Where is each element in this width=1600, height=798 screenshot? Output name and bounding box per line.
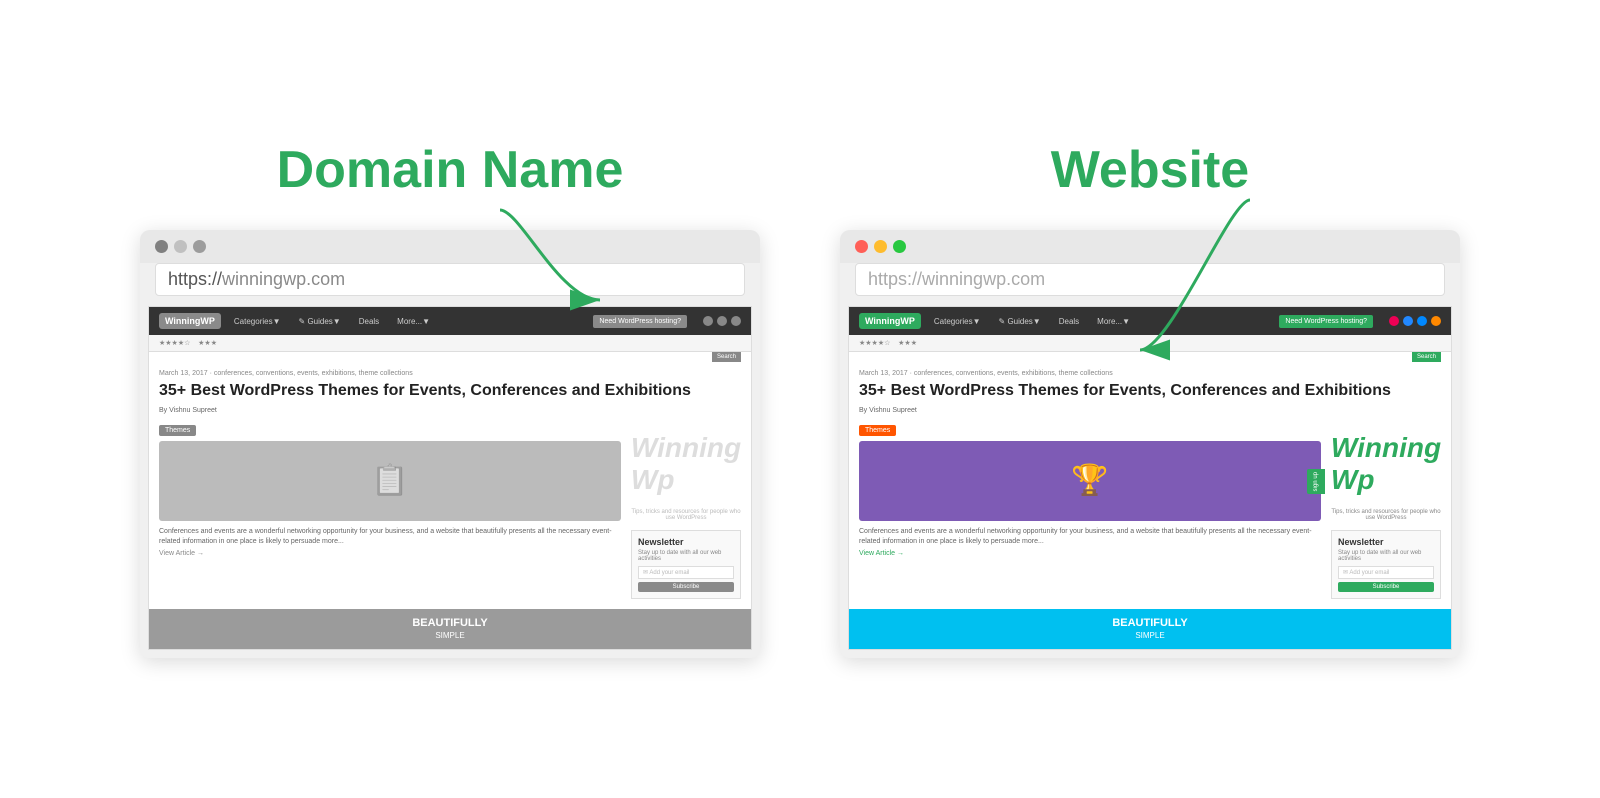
- main-container: Domain Name https://winningwp.com: [0, 120, 1600, 678]
- dot-yellow-left: [174, 240, 187, 253]
- view-article-left: View Article →: [159, 550, 621, 557]
- newsletter-title-left: Newsletter: [638, 537, 734, 547]
- search-btn-left: Search: [712, 352, 741, 362]
- newsletter-box-left: Newsletter Stay up to date with all our …: [631, 530, 741, 599]
- website-arrow: [1110, 190, 1310, 370]
- footer-banner-right: BEAUTIFULLY SIMPLE: [849, 609, 1451, 649]
- nav-logo-left: WinningWP: [159, 313, 221, 329]
- wp-logo-left: WinningWp: [631, 419, 741, 509]
- social-icon-r1: [1389, 316, 1399, 326]
- article-image-right: 🏆: [859, 441, 1321, 521]
- social-icon-r3: [1417, 316, 1427, 326]
- footer-sub-right: SIMPLE: [1135, 631, 1164, 640]
- social-icon-1: [703, 316, 713, 326]
- sub-nav-left: ★★★★☆ ★★★: [149, 335, 751, 352]
- url-prefix-left: https://: [168, 269, 222, 289]
- nav-categories-left: Categories▼: [229, 315, 286, 328]
- newsletter-desc-left: Stay up to date with all our web activit…: [638, 550, 734, 562]
- social-icon-r2: [1403, 316, 1413, 326]
- clipboard-icon-right: 🏆: [1071, 463, 1108, 498]
- newsletter-input-right: ✉ Add your email: [1338, 566, 1434, 579]
- clipboard-icon-left: 📋: [371, 463, 408, 498]
- social-icons-right: [1389, 316, 1441, 326]
- newsletter-input-left: ✉ Add your email: [638, 566, 734, 579]
- article-title-right: 35+ Best WordPress Themes for Events, Co…: [849, 379, 1451, 407]
- nav-categories-right: Categories▼: [929, 315, 986, 328]
- dot-red-left: [155, 240, 168, 253]
- url-domain-left: winningwp.com: [222, 269, 345, 289]
- signup-banner-text: sign up: [1313, 472, 1319, 491]
- social-icon-3: [731, 316, 741, 326]
- footer-text-right: BEAUTIFULLY: [1112, 617, 1187, 629]
- theme-badge-right: Themes: [859, 425, 896, 436]
- dot-yellow-right: [874, 240, 887, 253]
- newsletter-title-right: Newsletter: [1338, 537, 1434, 547]
- dot-green-left: [193, 240, 206, 253]
- article-excerpt-left: Conferences and events are a wonderful n…: [159, 527, 621, 547]
- article-left-col: Themes 📋 Conferences and events are a wo…: [159, 419, 621, 599]
- url-prefix-right: https://winningwp.com: [868, 269, 1045, 289]
- footer-text-left: BEAUTIFULLY: [412, 617, 487, 629]
- website-section: Website https://winningwp.com: [840, 140, 1460, 658]
- domain-arrow: [440, 200, 640, 320]
- wp-logo-text-left: WinningWp: [631, 432, 741, 496]
- main-content-left: Themes 📋 Conferences and events are a wo…: [149, 419, 751, 609]
- newsletter-box-right: Newsletter Stay up to date with all our …: [1331, 530, 1441, 599]
- nav-guides-left: ✎ Guides▼: [294, 315, 346, 328]
- article-excerpt-right: Conferences and events are a wonderful n…: [859, 527, 1321, 547]
- browser-content-left: WinningWP Categories▼ ✎ Guides▼ Deals Mo…: [148, 306, 752, 650]
- main-content-right: Themes 🏆 Conferences and events are a wo…: [849, 419, 1451, 609]
- nav-deals-right: Deals: [1054, 315, 1084, 328]
- dot-red-right: [855, 240, 868, 253]
- article-author-left: By Vishnu Supreet: [149, 407, 751, 419]
- domain-name-title: Domain Name: [277, 140, 624, 200]
- article-author-right: By Vishnu Supreet: [849, 407, 1451, 419]
- newsletter-desc-right: Stay up to date with all our web activit…: [1338, 550, 1434, 562]
- newsletter-btn-right: Subscribe: [1338, 582, 1434, 592]
- wp-logo-right: WinningWp: [1331, 419, 1441, 509]
- theme-badge-left: Themes: [159, 425, 196, 436]
- article-right-col: WinningWp Tips, tricks and resources for…: [621, 419, 741, 599]
- nav-items-right: Categories▼ ✎ Guides▼ Deals More...▼: [929, 315, 1135, 328]
- view-article-right: View Article →: [859, 550, 1321, 557]
- search-btn-right: Search: [1412, 352, 1441, 362]
- wp-tagline-left: Tips, tricks and resources for people wh…: [631, 509, 741, 521]
- article-meta-left: March 13, 2017 · conferences, convention…: [149, 362, 751, 379]
- footer-banner-left: BEAUTIFULLY SIMPLE: [149, 609, 751, 649]
- signup-banner-right: sign up: [1307, 469, 1325, 494]
- article-title-left: 35+ Best WordPress Themes for Events, Co…: [149, 379, 751, 407]
- nav-more-left: More...▼: [392, 315, 435, 328]
- newsletter-btn-left: Subscribe: [638, 582, 734, 592]
- nav-items-left: Categories▼ ✎ Guides▼ Deals More...▼: [229, 315, 435, 328]
- dot-green-right: [893, 240, 906, 253]
- article-left-col-right: Themes 🏆 Conferences and events are a wo…: [859, 419, 1321, 599]
- search-row-left: Search: [149, 352, 751, 362]
- footer-sub-left: SIMPLE: [435, 631, 464, 640]
- wp-tagline-right: Tips, tricks and resources for people wh…: [1331, 509, 1441, 521]
- nav-logo-right: WinningWP: [859, 313, 921, 329]
- social-icons-left: [703, 316, 741, 326]
- article-image-left: 📋: [159, 441, 621, 521]
- article-right-col-right: WinningWp Tips, tricks and resources for…: [1321, 419, 1441, 599]
- social-icon-r4: [1431, 316, 1441, 326]
- nav-deals-left: Deals: [354, 315, 384, 328]
- nav-guides-right: ✎ Guides▼: [994, 315, 1046, 328]
- social-icon-2: [717, 316, 727, 326]
- domain-name-section: Domain Name https://winningwp.com: [140, 140, 760, 658]
- wp-logo-text-right: WinningWp: [1331, 432, 1441, 496]
